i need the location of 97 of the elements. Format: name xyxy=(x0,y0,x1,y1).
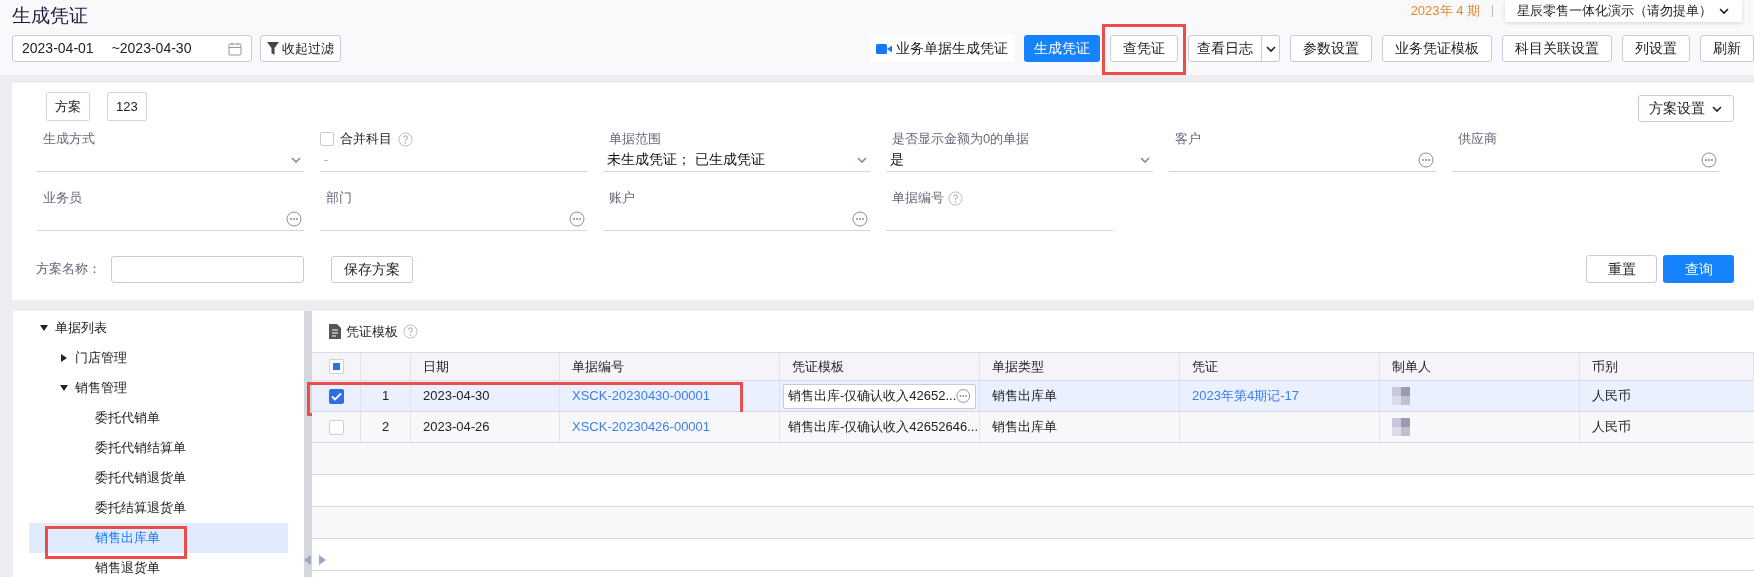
more-icon[interactable] xyxy=(286,210,302,227)
scheme-tab[interactable]: 方案 xyxy=(46,92,90,121)
video-camera-icon xyxy=(876,42,892,55)
toolbar-button[interactable]: 业务凭证模板 xyxy=(1382,35,1492,62)
column-header[interactable]: 币别 xyxy=(1592,356,1618,377)
table-cell-text: 2023-04-30 xyxy=(423,387,490,406)
document-icon xyxy=(328,324,341,339)
end-date: ~2023-04-30 xyxy=(111,39,192,58)
row-number: 1 xyxy=(381,387,390,406)
toolbar-button[interactable]: 刷新 xyxy=(1700,35,1754,62)
column-header[interactable]: 单据编号 xyxy=(572,356,624,377)
filter-icon xyxy=(267,42,279,55)
field-label: 业务员 xyxy=(43,189,82,208)
chevron-down-icon xyxy=(1718,5,1730,17)
field-label: 合并科目 xyxy=(340,130,392,149)
more-icon[interactable] xyxy=(569,210,585,227)
date-range-field[interactable]: 2023-04-01 ~2023-04-30 xyxy=(12,35,252,62)
period-label: 2023年 4 期 xyxy=(1410,2,1480,21)
table-cell-text: 人民币 xyxy=(1592,387,1631,406)
field-value: 是 xyxy=(890,150,904,169)
table-cell-text: 人民币 xyxy=(1592,418,1631,437)
toolbar-button[interactable]: 查凭证 xyxy=(1110,35,1178,62)
help-icon xyxy=(403,324,418,339)
scheme-tab[interactable]: 123 xyxy=(107,92,147,121)
more-icon[interactable] xyxy=(1701,151,1717,168)
field-label: 部门 xyxy=(326,189,352,208)
organization-selector[interactable]: 星辰零售一体化演示（请勿提单） xyxy=(1505,0,1742,22)
scheme-name-field[interactable] xyxy=(111,255,304,283)
expand-right-icon[interactable] xyxy=(318,555,326,565)
section-title: 凭证模板 xyxy=(346,322,398,341)
more-icon[interactable] xyxy=(956,388,971,404)
table-cell-text: 2023-04-26 xyxy=(423,418,490,437)
column-header[interactable]: 日期 xyxy=(423,356,449,377)
generate-voucher-button[interactable]: 生成凭证 xyxy=(1024,35,1100,62)
field-placeholder: - xyxy=(324,150,329,169)
select-field[interactable]: 未生成凭证； 已生成凭证 xyxy=(603,148,870,172)
field-label: 是否显示金额为0的单据 xyxy=(892,130,1030,149)
field-label: 客户 xyxy=(1175,130,1201,149)
save-scheme-button[interactable]: 保存方案 xyxy=(331,255,413,283)
query-button[interactable]: 查询 xyxy=(1663,255,1734,283)
field-value: 销售出库-仅确认收入42652... xyxy=(788,387,957,406)
bill-number-link[interactable]: XSCK-20230426-00001 xyxy=(572,417,711,437)
caret-right-icon[interactable] xyxy=(59,353,69,363)
field-label: 供应商 xyxy=(1458,130,1497,149)
caret-down-icon[interactable] xyxy=(39,323,49,333)
select-all-checkbox[interactable] xyxy=(328,359,344,374)
scheme-settings-button[interactable]: 方案设置 xyxy=(1638,95,1734,122)
field-label: 单据编号 xyxy=(892,189,944,208)
field-label: 单据范围 xyxy=(609,130,661,149)
view-log-split-button[interactable]: 查看日志 xyxy=(1188,35,1280,62)
start-date: 2023-04-01 xyxy=(22,39,94,58)
table-cell-text: 销售出库单 xyxy=(992,387,1057,406)
tree-item[interactable]: 销售退货单 xyxy=(29,553,288,577)
view-log-label[interactable]: 查看日志 xyxy=(1189,36,1261,61)
tree-item[interactable]: 销售出库单 xyxy=(29,523,288,553)
redacted-pixels xyxy=(1392,418,1410,436)
splitter[interactable] xyxy=(304,311,312,577)
generate-from-bills-button[interactable]: 业务单据生成凭证 xyxy=(870,35,1014,62)
redacted-pixels xyxy=(1392,387,1410,405)
calendar-icon[interactable] xyxy=(228,41,242,56)
template-field[interactable]: 销售出库-仅确认收入42652... xyxy=(783,383,976,409)
column-header[interactable]: 单据类型 xyxy=(992,356,1044,377)
tree-item[interactable]: 单据列表 xyxy=(29,313,288,343)
page-title: 生成凭证 xyxy=(12,4,88,28)
tree-item[interactable]: 销售管理 xyxy=(29,373,288,403)
toolbar-button[interactable]: 科目关联设置 xyxy=(1502,35,1612,62)
scheme-name-label: 方案名称： xyxy=(36,260,101,279)
table-cell-text: 销售出库单 xyxy=(992,418,1057,437)
tree-item[interactable]: 门店管理 xyxy=(29,343,288,373)
help-icon xyxy=(398,131,413,147)
toolbar-button[interactable]: 参数设置 xyxy=(1290,35,1372,62)
row-number: 2 xyxy=(381,418,390,437)
column-header[interactable]: 制单人 xyxy=(1392,356,1431,377)
help-icon xyxy=(948,190,963,206)
column-header[interactable]: 凭证模板 xyxy=(792,356,844,377)
field-value: 未生成凭证； 已生成凭证 xyxy=(607,150,765,169)
collapse-filter-button[interactable]: 收起过滤 xyxy=(260,35,341,62)
table-row[interactable]: 2 2023-04-26 XSCK-20230426-00001 销售出库-仅确认收入42652646... 销售出库单 人民币 xyxy=(312,412,1754,443)
voucher-link[interactable]: 2023年第4期记-17 xyxy=(1192,386,1299,406)
tree-item[interactable]: 委托代销结算单 xyxy=(29,433,288,463)
toolbar-button[interactable]: 列设置 xyxy=(1622,35,1690,62)
tree-item[interactable]: 委托结算退货单 xyxy=(29,493,288,523)
table-cell-text: 销售出库-仅确认收入42652646... xyxy=(788,418,978,437)
organization-name: 星辰零售一体化演示（请勿提单） xyxy=(1517,2,1712,21)
field-label: 生成方式 xyxy=(43,130,95,149)
bill-number-link[interactable]: XSCK-20230430-00001 xyxy=(572,386,711,406)
tree-item[interactable]: 委托代销退货单 xyxy=(29,463,288,493)
tree-item[interactable]: 委托代销单 xyxy=(29,403,288,433)
more-icon[interactable] xyxy=(852,210,868,227)
field-label: 账户 xyxy=(609,189,635,208)
caret-down-icon[interactable] xyxy=(59,383,69,393)
checkbox[interactable] xyxy=(320,132,334,146)
reset-button[interactable]: 重置 xyxy=(1586,255,1657,283)
checkbox[interactable] xyxy=(328,388,344,404)
select-field[interactable]: 是 xyxy=(886,148,1153,172)
more-icon[interactable] xyxy=(1418,151,1434,168)
column-header[interactable]: 凭证 xyxy=(1192,356,1218,377)
